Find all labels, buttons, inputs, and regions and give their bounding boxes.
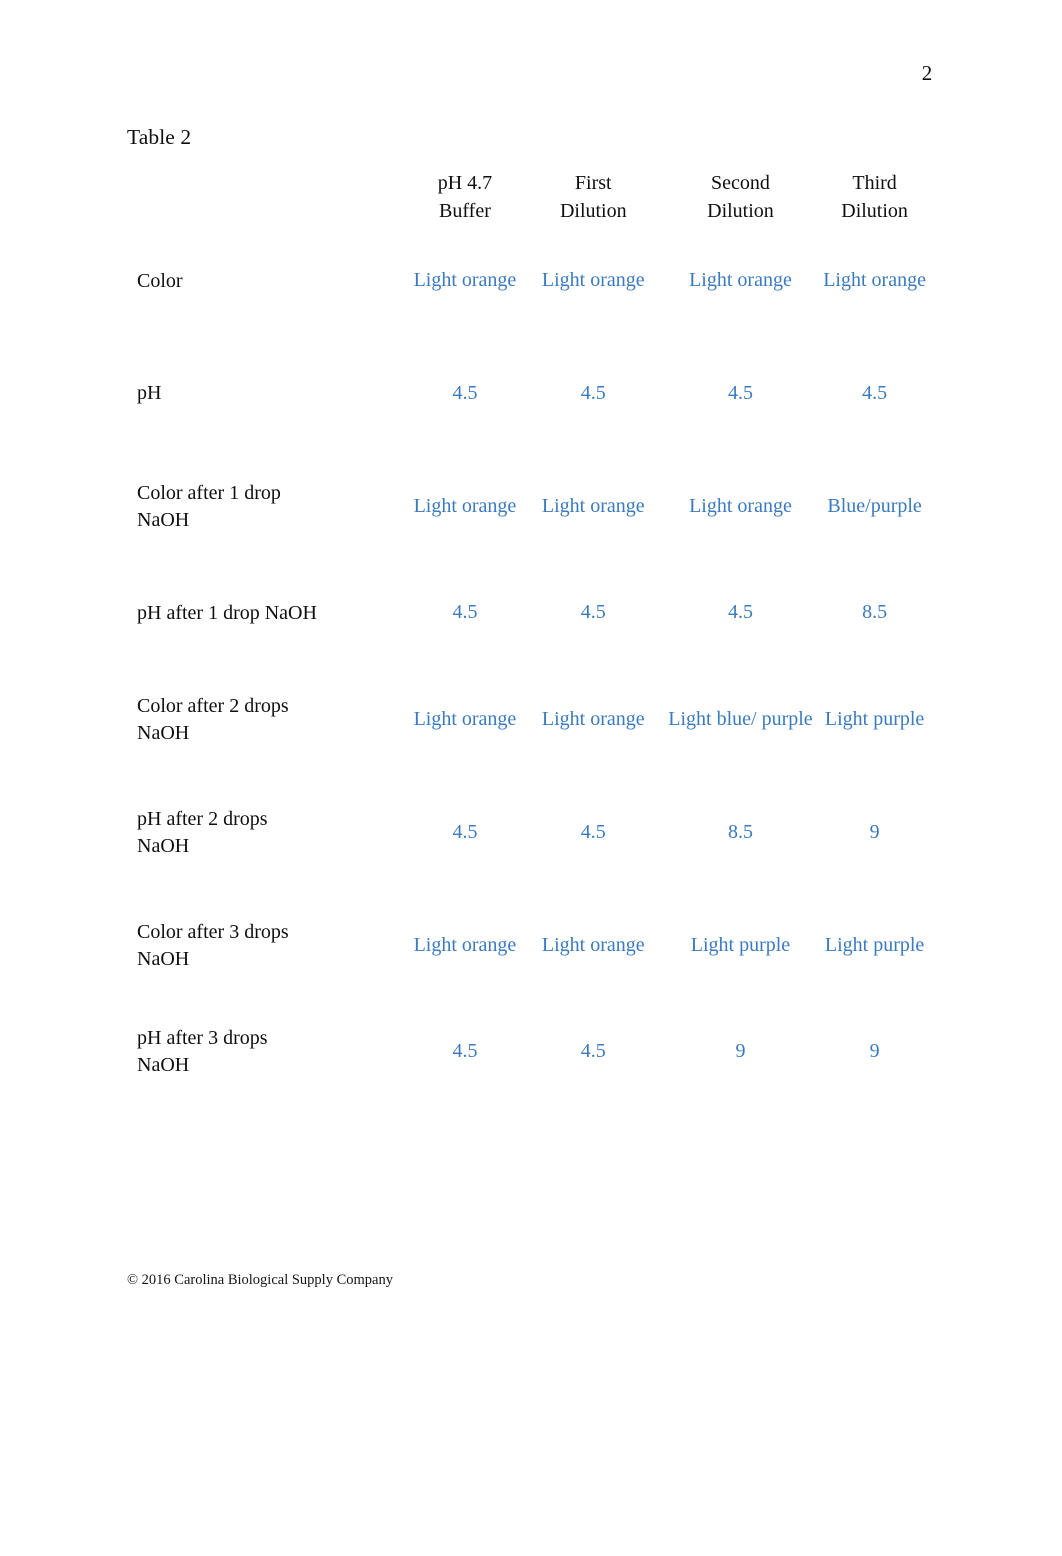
table-corner-cell: [137, 170, 402, 225]
table-row: Color after 1 drop NaOH Light orange Lig…: [137, 450, 927, 563]
cell-ph-first-dilution: 4.5: [580, 381, 606, 404]
row-label-line2: NaOH: [137, 1054, 190, 1076]
row-label-line1: Color: [137, 269, 183, 292]
cell-color3-third-dilution: Light purple: [824, 933, 925, 956]
row-label-line1: pH after 3 drops: [137, 1027, 268, 1049]
cell-ph1-third-dilution: 8.5: [862, 601, 888, 624]
column-header-line2: Dilution: [559, 199, 627, 222]
table-row: Color after 2 drops NaOH Light orange Li…: [137, 663, 927, 776]
column-header-second-dilution: Second Dilution: [659, 170, 822, 225]
cell-color1-third-dilution: Blue/purple: [827, 494, 922, 517]
cell-color2-first-dilution: Light orange: [541, 707, 645, 730]
cell-ph-second-dilution: 4.5: [727, 381, 753, 404]
row-label-ph-after-1-drop: pH after 1 drop NaOH: [137, 563, 402, 663]
table-row: Color Light orange Light orange Light or…: [137, 225, 927, 337]
results-table: pH 4.7 Buffer First Dilution Second Dilu…: [137, 170, 927, 1102]
row-label-line2: NaOH: [137, 947, 190, 970]
row-label-ph-after-3-drops: pH after 3 drops NaOH: [137, 1002, 402, 1102]
row-label-line2: NaOH: [137, 721, 190, 744]
table-caption: Table 2: [127, 125, 192, 149]
cell-ph-third-dilution: 4.5: [862, 381, 888, 404]
row-label-ph: pH: [137, 337, 402, 450]
cell-ph2-first-dilution: 4.5: [580, 820, 606, 843]
table-row: pH after 3 drops NaOH 4.5 4.5 9 9: [137, 1002, 927, 1102]
cell-ph2-third-dilution: 9: [869, 820, 880, 843]
row-label-line1: Color after 1 drop: [137, 481, 281, 504]
cell-ph3-third-dilution: 9: [869, 1040, 880, 1063]
table-row: pH 4.5 4.5 4.5 4.5: [137, 337, 927, 450]
cell-color3-ph-buffer: Light orange: [413, 933, 517, 956]
row-label-line1: pH: [137, 382, 162, 404]
cell-color2-ph-buffer: Light orange: [413, 707, 517, 730]
row-label-line2: NaOH: [137, 834, 190, 857]
cell-color1-first-dilution: Light orange: [541, 494, 645, 517]
column-header-third-dilution: Third Dilution: [822, 170, 927, 225]
cell-ph2-second-dilution: 8.5: [727, 820, 753, 843]
cell-color1-second-dilution: Light orange: [689, 494, 792, 517]
cell-color3-second-dilution: Light purple: [690, 933, 791, 956]
row-label-line1: pH after 2 drops: [137, 807, 268, 830]
cell-color-third-dilution: Light orange: [823, 269, 926, 292]
column-header-line1: First: [574, 172, 612, 194]
cell-ph1-first-dilution: 4.5: [580, 601, 606, 624]
cell-color-first-dilution: Light orange: [541, 269, 645, 292]
column-header-first-dilution: First Dilution: [528, 170, 659, 225]
cell-ph2-ph-buffer: 4.5: [452, 820, 478, 843]
row-label-line1: pH after 1 drop NaOH: [137, 601, 317, 624]
copyright-footer: © 2016 Carolina Biological Supply Compan…: [127, 1272, 393, 1288]
table-row: Color after 3 drops NaOH Light orange Li…: [137, 889, 927, 1002]
row-label-line1: Color after 3 drops: [137, 920, 289, 943]
cell-ph3-second-dilution: 9: [735, 1040, 746, 1063]
document-page: 2 Table 2 pH 4.7 Buffer First Dilution S…: [0, 0, 1062, 1556]
column-header-ph-buffer: pH 4.7 Buffer: [402, 170, 528, 225]
row-label-ph-after-2-drops: pH after 2 drops NaOH: [137, 776, 402, 889]
cell-color3-first-dilution: Light orange: [541, 933, 645, 956]
column-header-line2: Dilution: [707, 199, 774, 222]
cell-color-second-dilution: Light orange: [689, 269, 792, 292]
row-label-line1: Color after 2 drops: [137, 694, 289, 717]
column-header-line1: Second: [711, 172, 770, 194]
cell-ph3-first-dilution: 4.5: [580, 1040, 606, 1063]
row-label-color-after-3-drops: Color after 3 drops NaOH: [137, 889, 402, 1002]
cell-ph3-ph-buffer: 4.5: [452, 1040, 478, 1063]
table-header-row: pH 4.7 Buffer First Dilution Second Dilu…: [137, 170, 927, 225]
table-row: pH after 1 drop NaOH 4.5 4.5 4.5 8.5: [137, 563, 927, 663]
cell-ph-ph-buffer: 4.5: [452, 381, 478, 404]
cell-color-ph-buffer: Light orange: [413, 269, 517, 292]
row-label-color-after-1-drop: Color after 1 drop NaOH: [137, 450, 402, 563]
cell-color2-third-dilution: Light purple: [824, 707, 925, 730]
cell-ph1-second-dilution: 4.5: [727, 601, 753, 624]
column-header-line2: Dilution: [841, 199, 908, 222]
column-header-line1: Third: [852, 172, 897, 194]
table-row: pH after 2 drops NaOH 4.5 4.5 8.5 9: [137, 776, 927, 889]
page-number: 2: [921, 61, 933, 85]
cell-ph1-ph-buffer: 4.5: [452, 601, 478, 624]
column-header-line1: pH 4.7: [437, 172, 493, 194]
cell-color1-ph-buffer: Light orange: [413, 494, 517, 517]
row-label-color-after-2-drops: Color after 2 drops NaOH: [137, 663, 402, 776]
row-label-color: Color: [137, 225, 402, 337]
column-header-line2: Buffer: [439, 199, 491, 222]
row-label-line2: NaOH: [137, 508, 190, 531]
cell-color2-second-dilution: Light blue/ purple: [668, 707, 813, 730]
